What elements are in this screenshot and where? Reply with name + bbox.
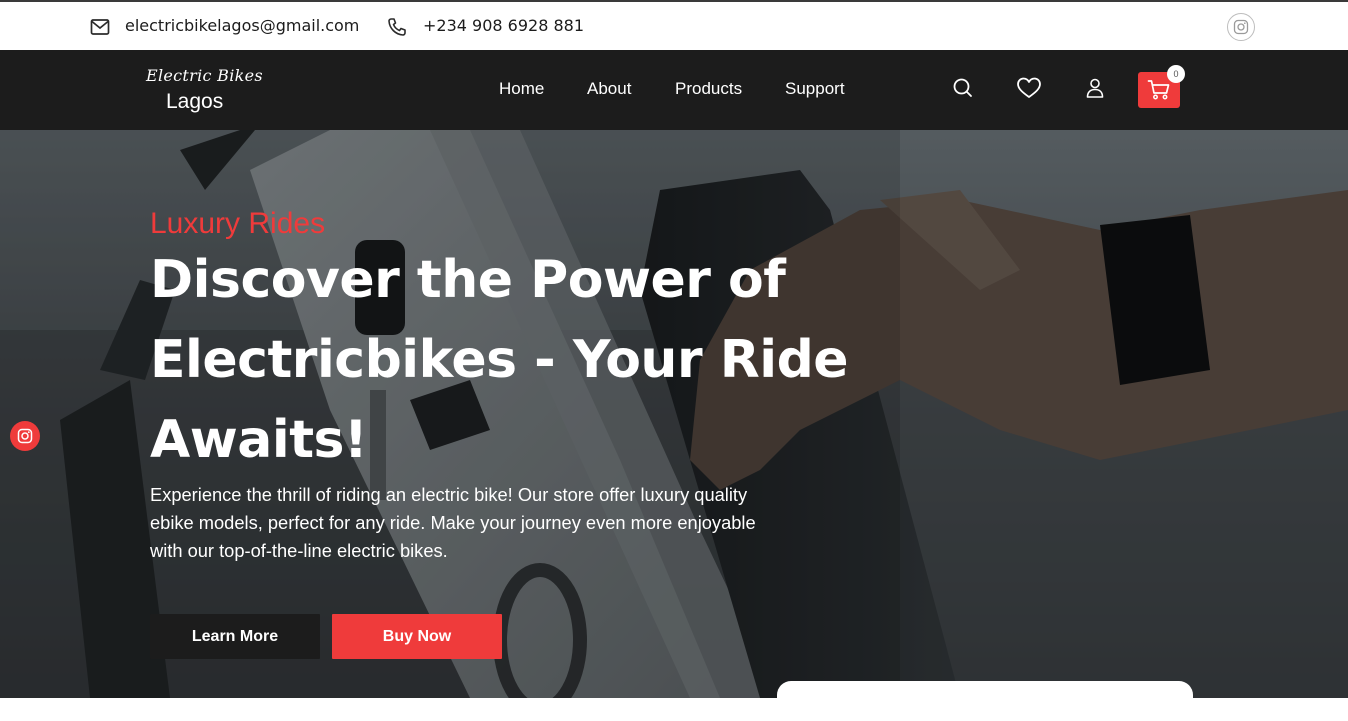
heart-icon[interactable] xyxy=(1016,76,1042,100)
nav-support[interactable]: Support xyxy=(785,79,845,99)
nav-home[interactable]: Home xyxy=(499,79,544,99)
instagram-icon xyxy=(17,428,33,444)
top-contact-bar: electricbikelagos@gmail.com +234 908 692… xyxy=(0,0,1348,50)
floating-instagram-button[interactable] xyxy=(10,421,40,451)
learn-more-button[interactable]: Learn More xyxy=(150,614,320,659)
instagram-icon xyxy=(1233,19,1249,35)
logo-script-text[interactable]: Electric Bikes xyxy=(146,66,263,85)
buy-now-button[interactable]: Buy Now xyxy=(332,614,502,659)
contact-email[interactable]: electricbikelagos@gmail.com xyxy=(125,16,359,35)
nav-products[interactable]: Products xyxy=(675,79,742,99)
cart-count-badge: 0 xyxy=(1167,65,1185,83)
instagram-link[interactable] xyxy=(1227,13,1255,41)
mail-icon xyxy=(90,19,110,35)
bottom-card-edge xyxy=(777,681,1193,721)
hero-headline-line2: Electricbikes - Your Ride xyxy=(150,330,849,390)
hero-headline-line3: Awaits! xyxy=(150,410,368,470)
cart-icon xyxy=(1147,80,1170,100)
phone-icon xyxy=(388,18,406,36)
logo-main-text[interactable]: Lagos xyxy=(166,90,223,114)
contact-phone[interactable]: +234 908 6928 881 xyxy=(423,16,584,35)
hero-headline: Discover the Power of Electricbikes - Yo… xyxy=(150,240,850,480)
hero-description: Experience the thrill of riding an elect… xyxy=(150,484,756,561)
nav-about[interactable]: About xyxy=(587,79,631,99)
hero-headline-line1: Discover the Power of xyxy=(150,250,786,310)
user-icon[interactable] xyxy=(1083,76,1107,100)
hero-tagline: Luxury Rides xyxy=(150,207,326,240)
search-icon[interactable] xyxy=(951,76,975,100)
